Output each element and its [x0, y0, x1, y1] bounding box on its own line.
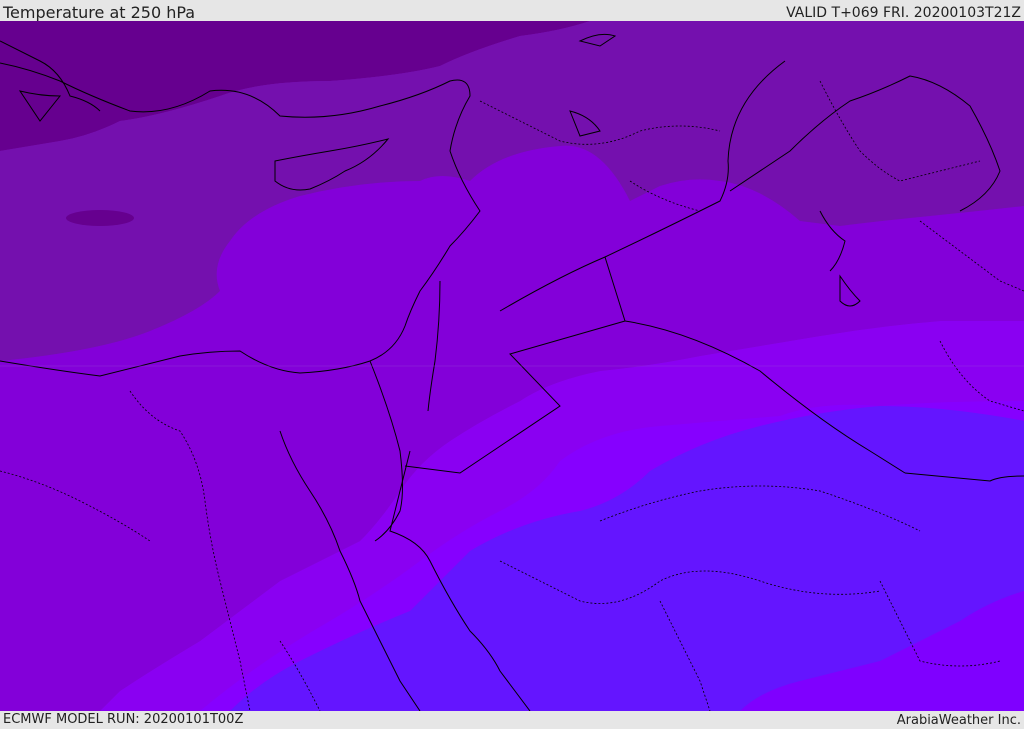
header-bar: Temperature at 250 hPa VALID T+069 FRI. … — [0, 0, 1024, 22]
temp-patch-west — [66, 210, 134, 226]
model-run: ECMWF MODEL RUN: 20200101T00Z — [3, 712, 244, 727]
map-title: Temperature at 250 hPa — [3, 3, 196, 22]
footer-bar: ECMWF MODEL RUN: 20200101T00Z ArabiaWeat… — [0, 711, 1024, 729]
temperature-map — [0, 21, 1024, 711]
credit: ArabiaWeather Inc. — [896, 713, 1021, 728]
valid-time: VALID T+069 FRI. 20200103T21Z — [786, 5, 1021, 21]
